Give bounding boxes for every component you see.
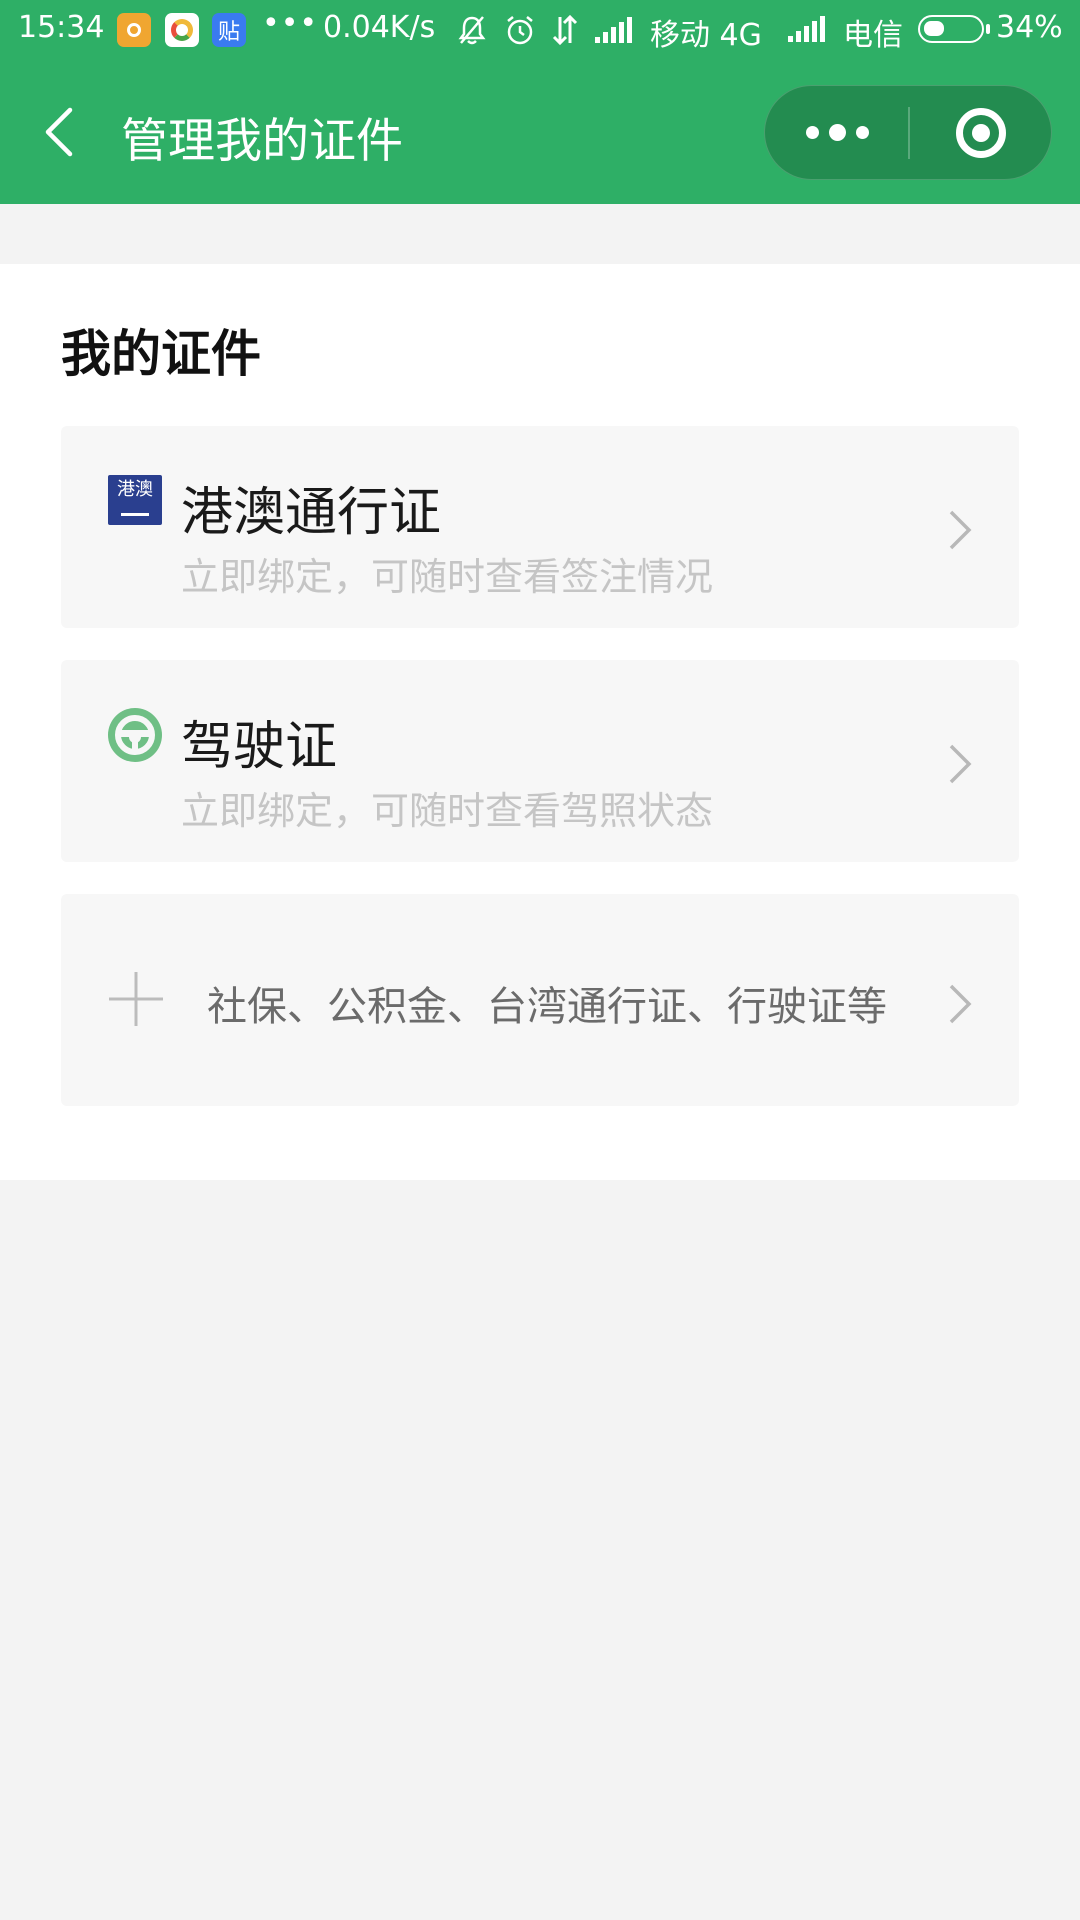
item-subtitle: 立即绑定，可随时查看签注情况 bbox=[181, 555, 714, 599]
more-notifications-icon: ••• bbox=[262, 6, 319, 41]
status-bar: 15:34 贴 ••• 0.04K/s 移动 4G 电信 34% bbox=[0, 0, 1080, 60]
chat-bubble-app-icon bbox=[117, 13, 151, 47]
carrier-2-label: 电信 bbox=[843, 18, 903, 53]
data-transfer-icon bbox=[552, 14, 578, 46]
nav-bar: 管理我的证件 bbox=[0, 60, 1080, 204]
chevron-right-icon bbox=[949, 984, 972, 1024]
add-document-label: 社保、公积金、台湾通行证、行驶证等 bbox=[207, 984, 887, 1030]
list-item-add-document[interactable]: 社保、公积金、台湾通行证、行驶证等 bbox=[61, 894, 1019, 1106]
list-item-hk-macau-permit[interactable]: 港澳 港澳通行证 立即绑定，可随时查看签注情况 bbox=[61, 426, 1019, 628]
plus-icon bbox=[109, 972, 163, 1026]
carrier-1-label: 移动 4G bbox=[650, 18, 762, 53]
steering-wheel-icon bbox=[108, 708, 162, 762]
bell-mute-icon bbox=[458, 16, 486, 45]
documents-card: 我的证件 港澳 港澳通行证 立即绑定，可随时查看签注情况 驾驶证 立即绑定，可随… bbox=[0, 264, 1080, 1180]
more-button[interactable] bbox=[765, 86, 908, 179]
item-label: 驾驶证 bbox=[181, 717, 338, 777]
item-subtitle: 立即绑定，可随时查看驾照状态 bbox=[181, 789, 714, 833]
status-icons bbox=[455, 12, 647, 48]
target-close-icon bbox=[956, 108, 1006, 158]
close-miniprogram-button[interactable] bbox=[910, 86, 1052, 179]
status-time: 15:34 bbox=[18, 10, 105, 45]
section-title: 我的证件 bbox=[61, 325, 261, 383]
battery-percent: 34% bbox=[996, 10, 1063, 45]
header: 15:34 贴 ••• 0.04K/s 移动 4G 电信 34% 管理我的证件 bbox=[0, 0, 1080, 204]
signal-icon-2 bbox=[788, 16, 825, 42]
chevron-right-icon bbox=[949, 744, 972, 784]
item-label: 港澳通行证 bbox=[181, 483, 442, 543]
tieba-app-icon: 贴 bbox=[212, 13, 246, 47]
mini-program-capsule bbox=[764, 85, 1052, 180]
network-speed: 0.04K/s bbox=[323, 10, 436, 45]
back-arrow-icon[interactable] bbox=[36, 100, 86, 164]
list-item-driver-license[interactable]: 驾驶证 立即绑定，可随时查看驾照状态 bbox=[61, 660, 1019, 862]
chevron-right-icon bbox=[949, 510, 972, 550]
alarm-icon bbox=[507, 16, 533, 45]
hk-macau-permit-icon: 港澳 bbox=[108, 475, 162, 525]
page-title: 管理我的证件 bbox=[121, 114, 403, 169]
battery-icon bbox=[918, 15, 990, 43]
browser-app-icon bbox=[165, 13, 199, 47]
hk-macau-icon-text: 港澳 bbox=[117, 479, 153, 500]
signal-icon bbox=[595, 17, 632, 43]
